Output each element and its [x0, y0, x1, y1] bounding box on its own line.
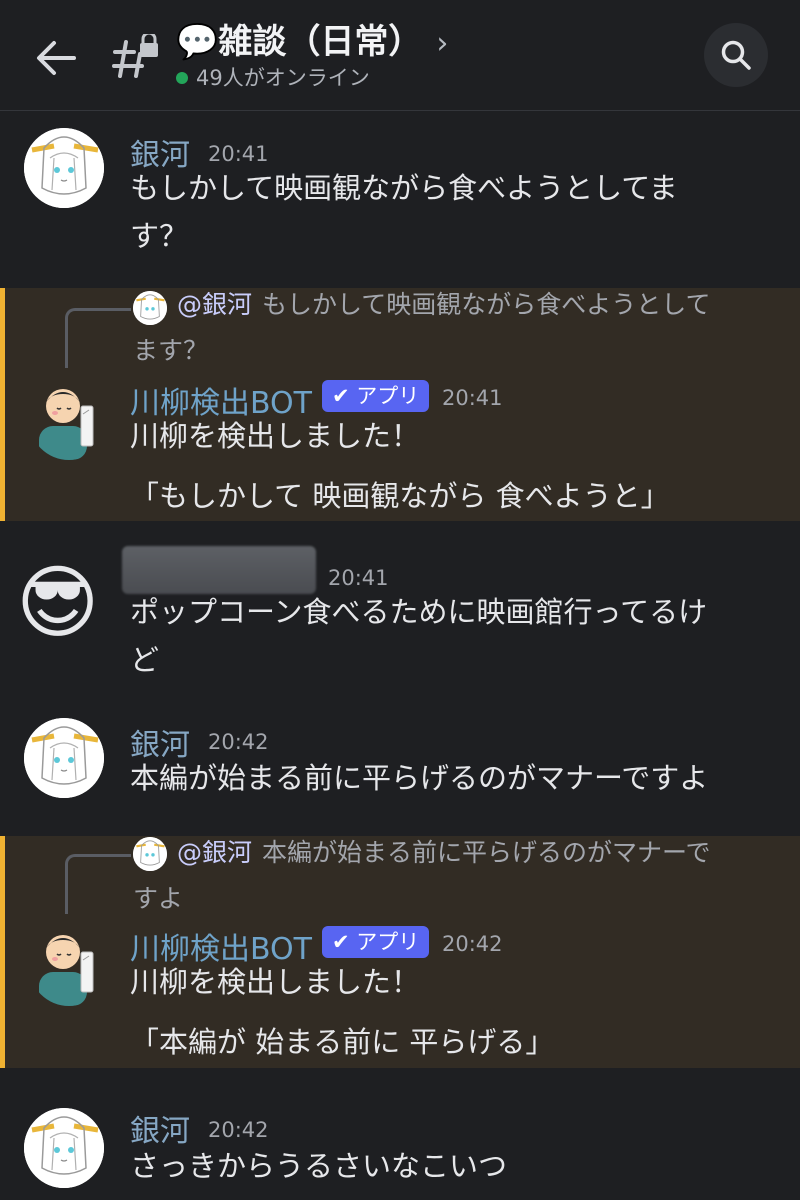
reply-text-line: もしかして映画観ながら食べようとして — [262, 290, 711, 319]
channel-header: 💬雑談（日常） › 49人がオンライン — [0, 0, 800, 111]
speech-bubble-icon: 💬 — [176, 22, 219, 62]
channel-name: 雑談（日常） — [218, 22, 423, 62]
app-badge: ✔ アプリ — [322, 926, 430, 958]
message-text-line: もしかして映画観ながら食べようとしてま — [130, 171, 678, 205]
reply-text-line: 本編が始まる前に平らげるのがマナーで — [262, 838, 711, 867]
message-text-line: 本編が始まる前に平らげるのがマナーですよ — [130, 761, 709, 795]
message-text-line: さっきからうるさいなこいつ — [130, 1149, 508, 1183]
highlighted-message[interactable]: @銀河 もしかして映画観ながら食べようとして ます？ 川柳検出BOT ✔ アプリ … — [0, 288, 800, 521]
bot-avatar[interactable] — [29, 926, 109, 1006]
reply-preview[interactable]: @銀河 もしかして映画観ながら食べようとして ます？ — [133, 282, 783, 374]
message-text-line: 川柳を検出しました！ — [130, 419, 421, 453]
highlighted-message[interactable]: @銀河 本編が始まる前に平らげるのがマナーで すよ 川柳検出BOT ✔ アプリ 2… — [0, 836, 800, 1068]
message-text-line: 「本編が 始まる前に 平らげる」 — [130, 1025, 555, 1059]
reply-text-line: ます？ — [133, 336, 209, 365]
avatar[interactable]: 😎 — [16, 558, 96, 638]
online-dot-icon — [176, 72, 188, 84]
reply-connector — [65, 854, 131, 914]
back-button[interactable] — [34, 38, 78, 78]
man-reading-avatar-icon — [39, 389, 94, 460]
online-text: 49人がオンライン — [196, 66, 370, 90]
message[interactable]: 銀河 20:41 もしかして映画観ながら食べようとしてま す？ — [0, 118, 800, 278]
chevron-right-icon: › — [436, 26, 449, 61]
message-text-line: 川柳を検出しました！ — [130, 965, 421, 999]
message[interactable]: 銀河 20:42 さっきからうるさいなこいつ — [0, 1098, 800, 1200]
online-count: 49人がオンライン — [176, 62, 370, 92]
avatar[interactable] — [24, 1108, 104, 1188]
timestamp: 20:41 — [442, 386, 503, 410]
search-button[interactable] — [704, 23, 768, 87]
arrow-left-icon — [37, 41, 76, 75]
message[interactable]: 😎 20:41 ポップコーン食べるために映画館行ってるけ ど — [0, 530, 800, 690]
message-text-line: ポップコーン食べるために映画館行ってるけ — [130, 595, 708, 629]
avatar[interactable] — [24, 718, 104, 798]
timestamp: 20:42 — [442, 932, 503, 956]
avatar[interactable] — [24, 128, 104, 208]
message-text-line: ど — [130, 643, 160, 677]
timestamp: 20:41 — [328, 566, 389, 590]
search-icon — [721, 40, 751, 70]
anime-girl-avatar-icon — [24, 718, 104, 798]
reply-mention[interactable]: @銀河 — [177, 290, 252, 319]
message[interactable]: 銀河 20:42 本編が始まる前に平らげるのがマナーですよ — [0, 708, 800, 818]
locked-hashtag-icon — [112, 31, 162, 80]
reply-preview[interactable]: @銀河 本編が始まる前に平らげるのがマナーで すよ — [133, 830, 783, 922]
message-text-line: 「もしかして 映画観ながら 食べようと」 — [130, 479, 670, 513]
timestamp: 20:42 — [208, 730, 269, 754]
timestamp: 20:41 — [208, 142, 269, 166]
bot-avatar[interactable] — [29, 380, 109, 460]
timestamp: 20:42 — [208, 1118, 269, 1142]
sunglasses-emoji-icon: 😎 — [16, 558, 96, 638]
anime-girl-avatar-icon — [24, 128, 104, 208]
reply-text-line: すよ — [133, 884, 184, 913]
reply-mention[interactable]: @銀河 — [177, 838, 252, 867]
channel-title[interactable]: 💬雑談（日常） › — [176, 14, 448, 63]
app-badge: ✔ アプリ — [322, 380, 430, 412]
anime-girl-avatar-icon — [24, 1108, 104, 1188]
man-reading-avatar-icon — [39, 935, 94, 1006]
message-text-line: す？ — [130, 219, 189, 253]
reply-connector — [65, 308, 131, 368]
